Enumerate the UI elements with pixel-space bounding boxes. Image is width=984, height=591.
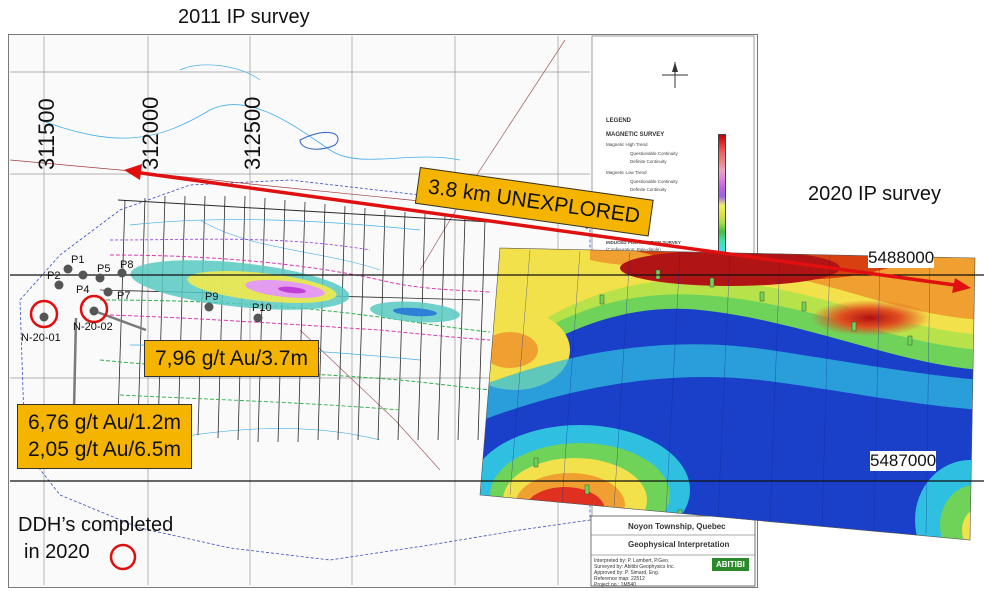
title-2020-survey: 2020 IP survey — [808, 183, 942, 205]
northing-label: 5488000 — [868, 248, 935, 268]
point-label: P2 — [47, 270, 61, 282]
easting-label: 312000 — [138, 96, 163, 170]
northing-label: 5487000 — [870, 451, 937, 471]
ddh-label-n2002: N-20-02 — [73, 321, 113, 333]
ddh-note-line: DDH’s completed — [18, 514, 174, 536]
grade-callout-n2002: 7,96 g/t Au/3.7m — [144, 340, 319, 378]
title-block-row: Project no.: 1M540 — [594, 582, 636, 588]
grade-callout-n2001: 6,76 g/t Au/1.2m 2,05 g/t Au/6.5m — [17, 404, 192, 469]
title-block-interpretation: Geophysical Interpretation — [628, 540, 730, 549]
point-label: P8 — [120, 259, 134, 271]
title-block-township: Noyon Township, Quebec — [628, 522, 726, 531]
point-label: P1 — [71, 254, 85, 266]
point-label: P10 — [252, 302, 272, 314]
grade-line: 2,05 g/t Au/6.5m — [28, 438, 181, 462]
point-label: P4 — [76, 284, 90, 296]
title-2011-survey: 2011 IP survey — [178, 6, 310, 28]
easting-label: 312500 — [240, 96, 265, 170]
ddh-label-n2001: N-20-01 — [21, 332, 61, 344]
ddh-legend-note: DDH’s completed in 2020 — [18, 512, 173, 566]
grade-line: 6,76 g/t Au/1.2m — [28, 411, 181, 434]
easting-label: 311500 — [34, 98, 59, 170]
ddh-note-line: in 2020 — [24, 541, 90, 563]
point-label: P7 — [117, 290, 131, 302]
point-label: P5 — [97, 263, 111, 275]
company-logo: ABITIBI — [712, 558, 749, 571]
point-label: P9 — [205, 291, 219, 303]
northing-lines — [10, 164, 984, 571]
